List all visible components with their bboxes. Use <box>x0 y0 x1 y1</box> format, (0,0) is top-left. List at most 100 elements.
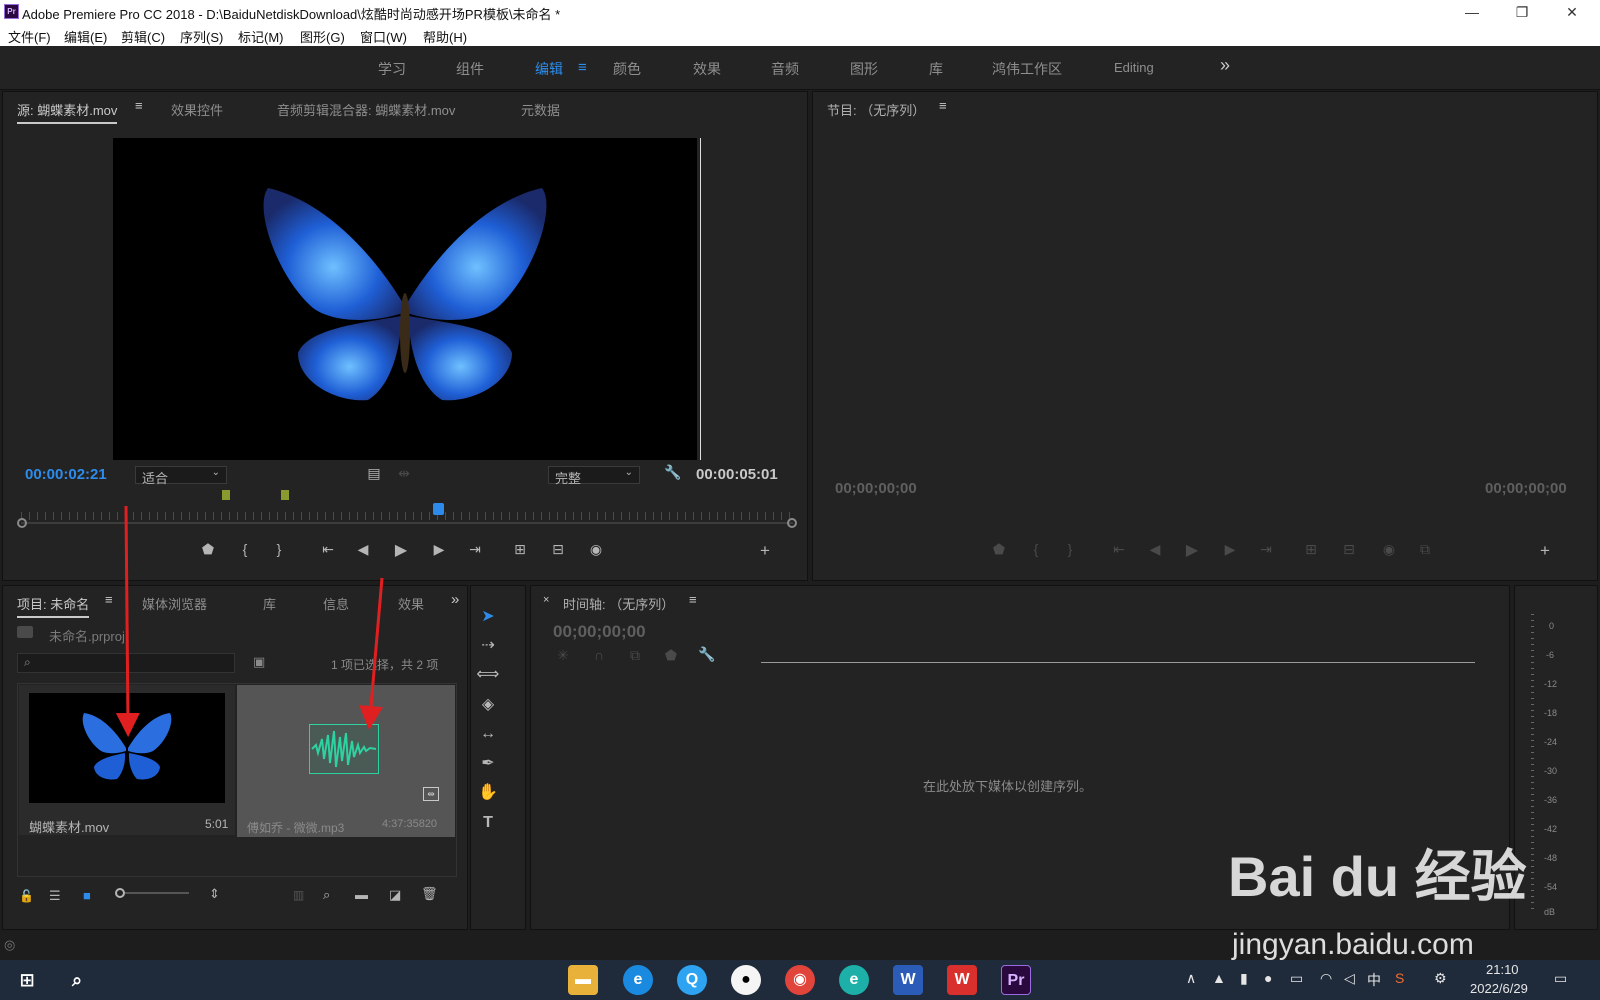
add-button-icon[interactable]: + <box>755 541 775 561</box>
wrench-icon[interactable]: 🔧 <box>697 646 717 663</box>
go-to-in-icon[interactable]: ⇤ <box>318 541 338 558</box>
marker-in[interactable] <box>222 490 230 500</box>
ie-browser-icon[interactable]: e <box>623 965 653 995</box>
lock-icon[interactable]: 🔓 <box>19 889 34 903</box>
sogou-icon[interactable]: S <box>1395 970 1404 986</box>
minimize-button[interactable]: — <box>1448 0 1496 24</box>
workspace-custom[interactable]: 鸿伟工作区 <box>992 59 1062 79</box>
clock-time[interactable]: 21:10 <box>1486 962 1519 977</box>
ripple-edit-tool-icon[interactable]: ⟺ <box>475 663 501 687</box>
time-ruler[interactable] <box>21 512 793 520</box>
camera-icon[interactable]: ◉ <box>586 541 606 558</box>
timeline-timecode[interactable]: 00;00;00;00 <box>553 622 646 642</box>
ime-indicator[interactable]: 中 <box>1367 970 1381 990</box>
qq-browser-icon[interactable]: Q <box>677 965 707 995</box>
notification-icon[interactable]: ▭ <box>1554 970 1567 987</box>
drag-video-icon[interactable]: ⇹ <box>394 465 414 482</box>
source-video-frame[interactable] <box>113 138 697 460</box>
new-bin-search-icon[interactable]: ▣ <box>253 654 265 670</box>
play-icon[interactable]: ▶ <box>1182 540 1202 560</box>
edge-icon[interactable]: e <box>839 965 869 995</box>
tab-menu-icon[interactable]: ≡ <box>105 592 113 607</box>
wps-icon[interactable]: W <box>947 965 977 995</box>
insert-icon[interactable]: ⊞ <box>510 541 530 558</box>
windows-start-icon[interactable]: ⊞ <box>12 965 42 995</box>
workspace-assembly[interactable]: 组件 <box>456 59 484 79</box>
slip-tool-icon[interactable]: ↔ <box>475 722 501 746</box>
tab-source[interactable]: 源: 蝴蝶素材.mov <box>17 100 118 124</box>
trash-icon[interactable]: 🗑 <box>421 886 438 902</box>
automate-icon[interactable]: ▥ <box>293 888 304 902</box>
add-marker-icon[interactable]: ⬟ <box>989 541 1009 558</box>
tab-libraries[interactable]: 库 <box>263 594 276 613</box>
menu-help[interactable]: 帮助(H) <box>423 27 467 46</box>
tab-menu-icon[interactable]: ≡ <box>939 98 947 113</box>
step-forward-icon[interactable]: ▶ <box>1220 541 1240 558</box>
program-timecode-left[interactable]: 00;00;00;00 <box>835 480 917 497</box>
overwrite-icon[interactable]: ⊟ <box>548 541 568 558</box>
thumbnail-size-slider[interactable] <box>119 892 189 894</box>
clip-thumbnail-audio[interactable]: ⇹ 傅如乔 - 微微.mp3 4:37:35820 <box>237 685 455 837</box>
nest-icon[interactable]: ✳ <box>553 647 573 664</box>
workspace-menu-icon[interactable]: ≡ <box>578 59 587 76</box>
play-icon[interactable]: ▶ <box>391 540 411 560</box>
marker-out[interactable] <box>281 490 289 500</box>
step-forward-icon[interactable]: ▶ <box>429 541 449 558</box>
close-button[interactable]: ✕ <box>1548 0 1596 24</box>
menu-window[interactable]: 窗口(W) <box>360 27 407 46</box>
wrench-icon[interactable]: 🔧 <box>663 464 683 481</box>
clip-thumbnail-video[interactable]: 蝴蝶素材.mov 5:01 <box>19 685 235 835</box>
search-icon[interactable]: ⌕ <box>62 965 92 995</box>
camera-icon[interactable]: ◉ <box>1379 541 1399 558</box>
menu-graphics[interactable]: 图形(G) <box>300 27 345 46</box>
settings-clip-icon[interactable]: ▤ <box>364 465 384 482</box>
menu-clip[interactable]: 剪辑(C) <box>121 27 165 46</box>
go-to-in-icon[interactable]: ⇤ <box>1109 541 1129 558</box>
panel-overflow-icon[interactable]: » <box>451 591 459 608</box>
tab-menu-icon[interactable]: ≡ <box>135 98 143 113</box>
clock-date[interactable]: 2022/6/29 <box>1470 981 1528 996</box>
chrome-icon[interactable]: ◉ <box>785 965 815 995</box>
source-playhead[interactable] <box>432 503 444 515</box>
extract-icon[interactable]: ⊟ <box>1339 541 1359 558</box>
workspace-color[interactable]: 颜色 <box>613 59 641 79</box>
tray-chevron-icon[interactable]: ∧ <box>1186 970 1196 987</box>
tab-audio-clip-mixer[interactable]: 音频剪辑混合器: 蝴蝶素材.mov <box>277 100 455 119</box>
word-icon[interactable]: W <box>893 965 923 995</box>
tab-timeline[interactable]: 时间轴: （无序列） <box>563 594 674 613</box>
mark-in-icon[interactable]: { <box>235 541 255 557</box>
snap-icon[interactable]: ∩ <box>589 647 609 663</box>
tray-qq-icon[interactable]: ● <box>1264 970 1272 986</box>
scroll-handle-left[interactable] <box>17 518 27 528</box>
source-timecode[interactable]: 00:00:02:21 <box>25 466 107 483</box>
track-select-tool-icon[interactable]: ⇢ <box>475 634 501 658</box>
settings-gear-icon[interactable]: ⚙ <box>1434 970 1447 987</box>
lift-icon[interactable]: ⊞ <box>1301 541 1321 558</box>
tray-app-icon[interactable]: ▲ <box>1212 970 1226 986</box>
tab-project[interactable]: 项目: 未命名 <box>17 594 90 618</box>
zoom-dropdown[interactable]: 适合 ⌄ <box>135 466 227 486</box>
selection-tool-icon[interactable]: ➤ <box>475 605 501 629</box>
zoom-scrollbar[interactable] <box>21 522 793 524</box>
sort-icon[interactable]: ⇕ <box>209 886 220 902</box>
menu-sequence[interactable]: 序列(S) <box>180 27 223 46</box>
add-marker-icon[interactable]: ⬟ <box>661 647 681 664</box>
step-back-icon[interactable]: ◀ <box>1145 541 1165 558</box>
workspace-overflow-icon[interactable]: » <box>1220 55 1230 76</box>
qq-icon[interactable]: ● <box>731 965 761 995</box>
tray-usb-icon[interactable]: ▮ <box>1240 970 1248 987</box>
new-item-icon[interactable]: ◪ <box>389 887 401 903</box>
volume-icon[interactable]: ◁ <box>1344 970 1355 987</box>
icon-view-icon[interactable]: ■ <box>83 888 91 903</box>
file-explorer-icon[interactable]: ▬ <box>568 965 598 995</box>
list-view-icon[interactable]: ☰ <box>49 888 61 904</box>
mark-out-icon[interactable]: } <box>1060 541 1080 557</box>
mark-out-icon[interactable]: } <box>269 541 289 557</box>
go-to-out-icon[interactable]: ⇥ <box>465 541 485 558</box>
premiere-taskbar-icon[interactable]: Pr <box>1001 965 1031 995</box>
menu-file[interactable]: 文件(F) <box>8 27 51 46</box>
mark-in-icon[interactable]: { <box>1026 541 1046 557</box>
scroll-handle-right[interactable] <box>787 518 797 528</box>
step-back-icon[interactable]: ◀ <box>353 541 373 558</box>
workspace-graphics[interactable]: 图形 <box>850 59 878 79</box>
